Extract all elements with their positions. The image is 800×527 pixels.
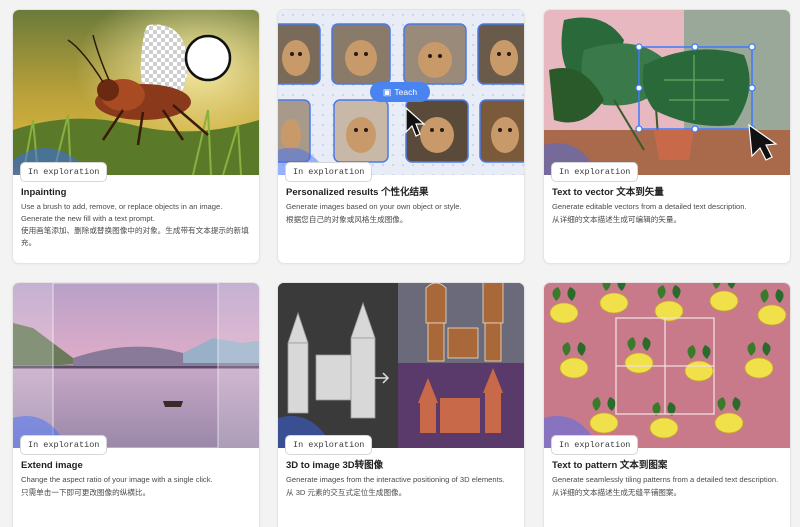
card-description: Use a brush to add, remove, or replace o…: [21, 202, 223, 223]
castle-3d-image: [278, 283, 524, 448]
card-title[interactable]: Text to vector 文本到矢量: [552, 186, 782, 199]
card-description-cn: 只需单击一下即可更改图像的纵横比。: [21, 487, 151, 497]
card-description-cn: 从详细的文本描述生成可编辑的矢量。: [552, 214, 682, 224]
feature-card-inpainting[interactable]: In exploration Inpainting Use a brush to…: [13, 10, 259, 263]
card-description: Change the aspect ratio of your image wi…: [21, 475, 213, 484]
card-title[interactable]: Personalized results 个性化结果: [286, 186, 516, 199]
feature-card-text-to-pattern[interactable]: In exploration Text to pattern 文本到图案 Gen…: [544, 283, 790, 527]
card-title[interactable]: Extend image: [21, 459, 251, 472]
lemon-pattern-image: [544, 283, 790, 448]
teach-button[interactable]: ▣ Teach: [370, 82, 430, 102]
card-description: Generate images based on your own object…: [286, 202, 462, 211]
card-title[interactable]: 3D to image 3D转图像: [286, 459, 516, 472]
monstera-vector-image: [544, 10, 790, 175]
feature-card-personalized-results[interactable]: ▣ Teach In exploration Personalized resu…: [278, 10, 524, 263]
image-sparkle-icon: ▣: [382, 86, 392, 97]
cricket-inpainting-image: [13, 10, 259, 175]
card-description: Generate images from the interactive pos…: [286, 475, 505, 484]
status-badge: In exploration: [21, 436, 107, 454]
card-description: Generate seamlessly tiling patterns from…: [552, 475, 779, 484]
card-description: Generate editable vectors from a detaile…: [552, 202, 747, 211]
card-title[interactable]: Text to pattern 文本到图案: [552, 459, 782, 472]
card-description-cn: 从详细的文本描述生成无缝平铺图案。: [552, 487, 682, 497]
status-badge: In exploration: [286, 436, 372, 454]
status-badge: In exploration: [21, 163, 107, 181]
teach-button-label: Teach: [394, 87, 418, 97]
status-badge: In exploration: [552, 436, 638, 454]
card-description-cn: 从 3D 元素的交互式定位生成图像。: [286, 487, 407, 497]
feature-card-extend-image[interactable]: In exploration Extend image Change the a…: [13, 283, 259, 527]
status-badge: In exploration: [286, 163, 372, 181]
feature-card-text-to-vector[interactable]: In exploration Text to vector 文本到矢量 Gene…: [544, 10, 790, 263]
card-description-cn: 根据您自己的对象或风格生成图像。: [286, 214, 408, 224]
card-title[interactable]: Inpainting: [21, 186, 251, 199]
card-description-cn: 使用画笔添加、删除或替换图像中的对象。生成带有文本提示的新填充。: [21, 226, 249, 247]
status-badge: In exploration: [552, 163, 638, 181]
lake-landscape-image: [13, 283, 259, 448]
feature-card-3d-to-image[interactable]: In exploration 3D to image 3D转图像 Generat…: [278, 283, 524, 527]
